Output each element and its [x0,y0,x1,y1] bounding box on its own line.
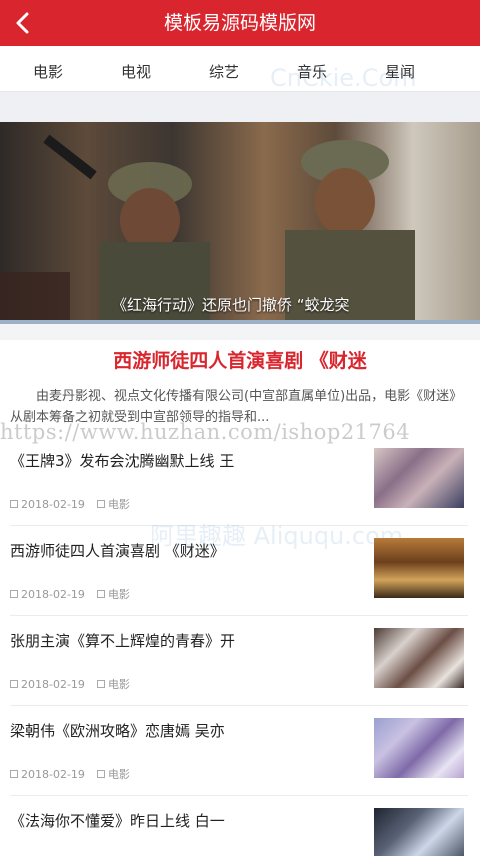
article-thumbnail [374,628,464,688]
tab-movie[interactable]: 电影 [18,46,78,92]
article-thumbnail [374,538,464,598]
article-date: 2018-02-19 [21,498,85,511]
watermark-url: https://www.huzhan.com/ishop21764 [0,420,411,444]
article-meta: 2018-02-19 电影 [10,766,130,782]
tab-variety[interactable]: 综艺 [194,46,254,92]
list-item[interactable]: 《王牌3》发布会沈腾幽默上线 王 2018-02-19 电影 [10,436,468,526]
top-bar: 模板易源码模版网 [0,0,480,46]
list-item[interactable]: 《法海你不懂爱》昨日上线 白一 [10,796,468,856]
article-date: 2018-02-19 [21,678,85,691]
clock-icon [10,590,18,598]
clock-icon [10,770,18,778]
article-title: 梁朝伟《欧洲攻略》恋唐嫣 吴亦 [10,722,225,740]
divider-band [0,92,480,122]
article-title: 西游师徒四人首演喜剧 《财迷》 [10,542,225,560]
page-title: 模板易源码模版网 [163,12,316,34]
tab-star-news[interactable]: 星闻 [370,46,430,92]
list-item[interactable]: 阿里趣趣 Aliququ.com 西游师徒四人首演喜剧 《财迷》 2018-02… [10,522,468,616]
article-thumbnail [374,808,464,856]
category-icon [96,680,105,688]
section-separator [0,324,480,340]
clock-icon [10,500,18,508]
tab-tv[interactable]: 电视 [106,46,166,92]
article-meta: 2018-02-19 电影 [10,676,130,692]
article-category: 电影 [107,588,130,601]
banner-slide[interactable]: 《红海行动》还原也门撤侨 “蛟龙突 [0,122,480,326]
article-category: 电影 [107,498,130,511]
article-date: 2018-02-19 [21,588,85,601]
category-tabs: CnCkie.Com 电影 电视 综艺 音乐 星闻 [0,46,480,92]
article-title: 《法海你不懂爱》昨日上线 白一 [10,812,225,830]
article-title: 《王牌3》发布会沈腾幽默上线 王 [10,452,235,470]
article-category: 电影 [107,678,130,691]
list-item[interactable]: 梁朝伟《欧洲攻略》恋唐嫣 吴亦 2018-02-19 电影 [10,706,468,796]
tab-music[interactable]: 音乐 [282,46,342,92]
category-icon [96,500,105,508]
article-meta: 2018-02-19 电影 [10,586,130,602]
article-date: 2018-02-19 [21,768,85,781]
article-title: 张朋主演《算不上辉煌的青春》开 [10,632,236,650]
article-category: 电影 [107,768,130,781]
article-thumbnail [374,718,464,778]
clock-icon [10,680,18,688]
category-icon [96,590,105,598]
featured-title[interactable]: 西游师徒四人首演喜剧 《财迷 [0,346,480,373]
banner-caption: 《红海行动》还原也门撤侨 “蛟龙突 [112,296,350,314]
article-meta: 2018-02-19 电影 [10,496,130,512]
list-item[interactable]: 张朋主演《算不上辉煌的青春》开 2018-02-19 电影 [10,616,468,706]
category-icon [96,770,105,778]
article-thumbnail [374,448,464,508]
